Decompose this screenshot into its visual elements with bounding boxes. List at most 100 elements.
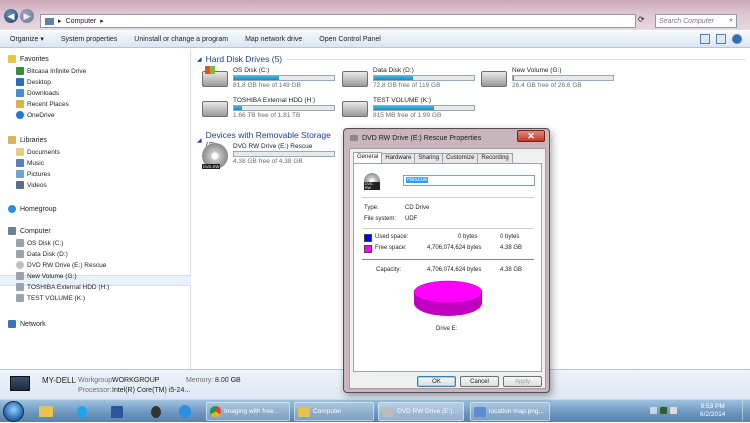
- clock[interactable]: 9:53 PM 6/2/2014: [700, 403, 725, 419]
- tray-icons[interactable]: [650, 407, 677, 414]
- tray-arrow-icon[interactable]: [650, 407, 657, 414]
- taskbar-media-pin[interactable]: [148, 402, 164, 421]
- sidebar-item-toshiba[interactable]: TOSHIBA External HDD (H:): [16, 283, 109, 291]
- drive-icon: [16, 272, 24, 280]
- tab-hardware[interactable]: Hardware: [381, 153, 416, 163]
- sidebar-item-recent-places[interactable]: Recent Places: [16, 100, 69, 108]
- sidebar-item-onedrive[interactable]: OneDrive: [16, 111, 54, 119]
- drive-name: New Volume (G:): [512, 67, 562, 74]
- map-network-drive-button[interactable]: Map network drive: [245, 36, 302, 43]
- sidebar-item-test-volume[interactable]: TEST VOLUME (K:): [16, 294, 85, 302]
- drive-icon: [16, 239, 24, 247]
- music-icon: [16, 159, 24, 167]
- drive-tile-h[interactable]: TOSHIBA External HDD (H:) 1.66 TB free of…: [202, 97, 335, 119]
- refresh-icon[interactable]: ⟳: [638, 15, 645, 24]
- dvd-icon: DVD-RW: [202, 143, 228, 169]
- hdd-section-header[interactable]: ◢ Hard Disk Drives (5): [197, 54, 745, 64]
- sidebar-item-music[interactable]: Music: [16, 159, 44, 167]
- drive-tile-d[interactable]: Data Disk (D:) 72.8 GB free of 119 GB: [342, 67, 475, 89]
- taskbar-explorer-pin[interactable]: [36, 402, 60, 421]
- apply-button[interactable]: Apply: [503, 376, 542, 387]
- cancel-button[interactable]: Cancel: [460, 376, 499, 387]
- taskbar-window-computer[interactable]: Computer: [294, 402, 374, 421]
- ok-button[interactable]: OK: [417, 376, 456, 387]
- fs-label: File system:: [364, 216, 397, 222]
- help-icon[interactable]: [732, 34, 742, 44]
- view-options-icon[interactable]: [700, 34, 710, 44]
- ie-icon: [179, 405, 191, 418]
- usage-fill: [374, 106, 434, 110]
- divider: [362, 197, 534, 198]
- used-bytes: 0 bytes: [458, 234, 478, 240]
- drive-icon: [481, 71, 507, 87]
- command-toolbar: Organize ▾ System properties Uninstall o…: [0, 31, 750, 48]
- sidebar-item-bitcasa[interactable]: Bitcasa Infinite Drive: [16, 67, 86, 75]
- taskbar-window-chrome[interactable]: Imaging with free...: [206, 402, 290, 421]
- drive-tile-g[interactable]: New Volume (G:) 26.4 GB free of 26.6 GB: [481, 67, 614, 89]
- drive-name-input[interactable]: Rescue: [403, 175, 535, 186]
- processor-label: Processor:: [78, 387, 112, 394]
- sidebar-item-downloads[interactable]: Downloads: [16, 89, 59, 97]
- usage-bar: [233, 75, 335, 81]
- sidebar-libraries[interactable]: Libraries: [8, 136, 47, 144]
- forward-button[interactable]: ▶: [20, 9, 34, 23]
- drive-name-value: Rescue: [406, 177, 429, 183]
- library-icon: [8, 136, 16, 144]
- processor-value: Intel(R) Core(TM) i5-24...: [112, 387, 191, 394]
- back-button[interactable]: ◀: [4, 9, 18, 23]
- sidebar-item-data-disk[interactable]: Data Disk (D:): [16, 250, 68, 258]
- drive-tile-k[interactable]: TEST VOLUME (K:) 815 MB free of 1.99 GB: [342, 97, 475, 119]
- network-tray-icon[interactable]: [660, 407, 667, 414]
- sidebar-item-documents[interactable]: Documents: [16, 148, 60, 156]
- computer-icon: [8, 227, 16, 235]
- desktop-icon: [16, 78, 24, 86]
- sidebar-item-videos[interactable]: Videos: [16, 181, 47, 189]
- organize-button[interactable]: Organize ▾: [10, 35, 44, 43]
- taskbar-ie-pin[interactable]: [176, 402, 194, 421]
- tab-general[interactable]: General: [353, 152, 383, 163]
- taskbar-skype-pin[interactable]: [74, 402, 90, 421]
- sidebar-network[interactable]: Network: [8, 320, 46, 328]
- preview-pane-icon[interactable]: [716, 34, 726, 44]
- used-human: 0 bytes: [500, 234, 520, 240]
- drive-free-text: 72.8 GB free of 119 GB: [373, 82, 441, 89]
- capacity-bytes: 4,706,074,624 bytes: [427, 267, 482, 273]
- sidebar-item-desktop[interactable]: Desktop: [16, 78, 51, 86]
- sidebar-item-new-volume[interactable]: New Volume (G:): [16, 272, 77, 280]
- volume-icon[interactable]: [670, 407, 677, 414]
- memory-value: 8.00 GB: [215, 377, 241, 384]
- search-icon: ⌕: [729, 17, 733, 24]
- dvd-rw-label: DVD-RW: [364, 182, 380, 190]
- sidebar-item-dvd-drive[interactable]: DVD RW Drive (E:) Rescue: [16, 261, 106, 269]
- taskbar-window-dvd-properties[interactable]: DVD RW Drive (E:)...: [378, 402, 464, 421]
- tab-customize[interactable]: Customize: [442, 153, 479, 163]
- sidebar-favorites[interactable]: Favorites: [8, 55, 49, 63]
- show-desktop-button[interactable]: [742, 400, 750, 423]
- close-button[interactable]: ✕: [517, 130, 545, 142]
- workgroup-value: WORKGROUP: [112, 377, 160, 384]
- uninstall-program-button[interactable]: Uninstall or change a program: [134, 36, 228, 43]
- sidebar-computer[interactable]: Computer: [8, 227, 51, 235]
- downloads-icon: [16, 89, 24, 97]
- start-button[interactable]: [3, 401, 24, 422]
- sidebar-homegroup[interactable]: Homegroup: [8, 205, 57, 213]
- tab-recording[interactable]: Recording: [477, 153, 513, 163]
- collapse-icon: ◢: [197, 137, 202, 144]
- used-label: Used space:: [375, 234, 409, 240]
- dvd-icon: [16, 261, 24, 269]
- open-control-panel-button[interactable]: Open Control Panel: [319, 36, 380, 43]
- dialog-title: DVD RW Drive (E:) Rescue Properties: [362, 134, 482, 142]
- taskbar-window-paint[interactable]: location map.png...: [470, 402, 550, 421]
- sidebar-item-pictures[interactable]: Pictures: [16, 170, 50, 178]
- documents-icon: [16, 148, 24, 156]
- taskbar-word-pin[interactable]: [108, 402, 128, 421]
- search-input[interactable]: Search Computer ⌕: [655, 14, 737, 28]
- drive-tile-e[interactable]: DVD-RW DVD RW Drive (E:) Rescue 4.38 GB f…: [202, 143, 335, 169]
- address-bar[interactable]: ▸ Computer ▸: [40, 14, 636, 28]
- tab-sharing[interactable]: Sharing: [414, 153, 444, 163]
- system-properties-button[interactable]: System properties: [61, 36, 117, 43]
- usage-fill: [513, 76, 514, 80]
- section-divider: [286, 58, 745, 60]
- sidebar-item-os-disk[interactable]: OS Disk (C:): [16, 239, 63, 247]
- drive-tile-c[interactable]: OS Disk (C:) 81.8 GB free of 149 GB: [202, 66, 335, 89]
